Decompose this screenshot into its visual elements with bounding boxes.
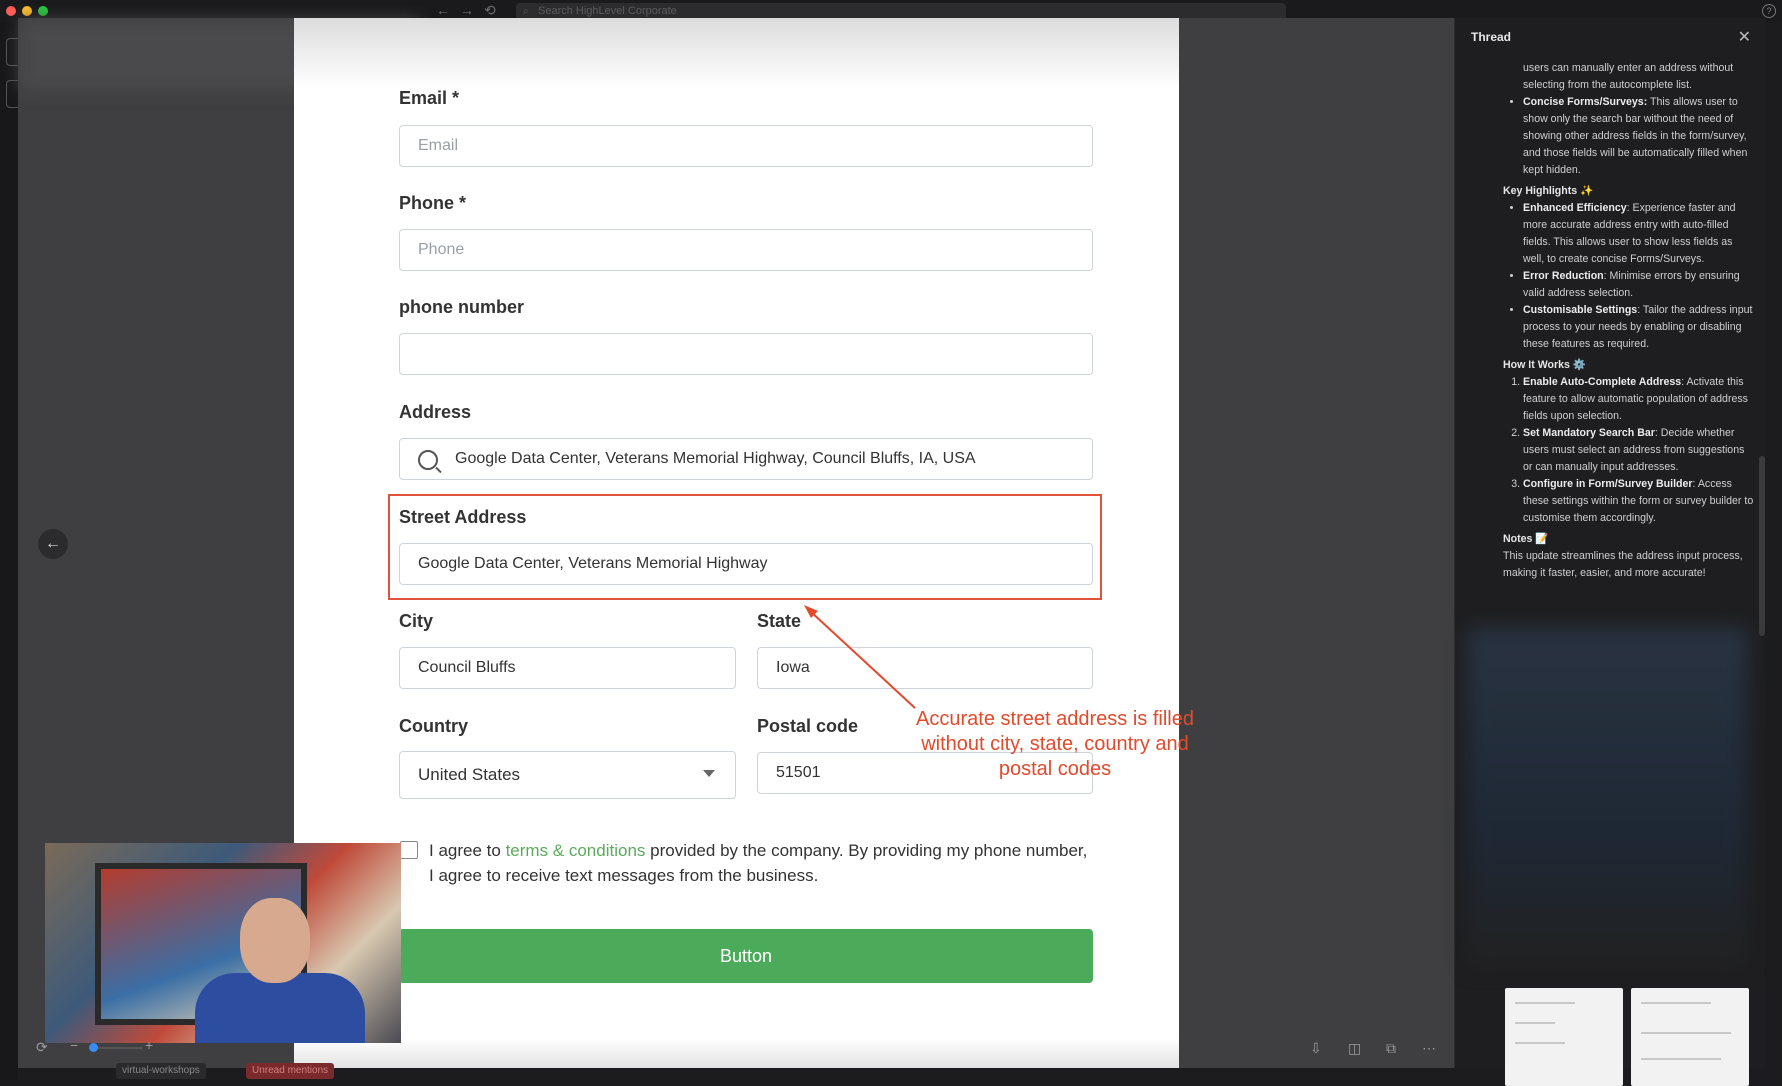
more-icon[interactable]: ⋯: [1422, 1040, 1436, 1057]
zoom-slider-track[interactable]: [93, 1047, 143, 1049]
thumb-line: [1515, 1022, 1555, 1024]
terms-link[interactable]: terms & conditions: [506, 841, 646, 860]
concise-list: Concise Forms/Surveys: This allows user …: [1503, 94, 1755, 179]
list-item: Enhanced Efficiency: Experience faster a…: [1523, 200, 1755, 268]
thread-title: Thread: [1471, 30, 1512, 44]
list-item: Error Reduction: Minimise errors by ensu…: [1523, 268, 1755, 302]
thumb-line: [1515, 1042, 1565, 1044]
steps-list: Enable Auto-Complete Address: Activate t…: [1503, 374, 1755, 527]
key-highlights-heading: Key Highlights ✨: [1503, 185, 1594, 197]
step-title: Configure in Form/Survey Builder: [1523, 478, 1693, 490]
terms-prefix: I agree to: [429, 841, 506, 860]
list-item: Set Mandatory Search Bar: Decide whether…: [1523, 425, 1755, 476]
highlight-title: Error Reduction: [1523, 270, 1604, 282]
thread-panel: Thread ✕ users can manually enter an add…: [1454, 18, 1765, 1086]
presenter-body: [195, 973, 365, 1043]
zoom-out-icon[interactable]: −: [70, 1037, 78, 1053]
download-icon[interactable]: ⇩: [1310, 1040, 1322, 1057]
list-item: Enable Auto-Complete Address: Activate t…: [1523, 374, 1755, 425]
annotation-text: Accurate street address is filled withou…: [916, 708, 1194, 780]
list-item: Configure in Form/Survey Builder: Access…: [1523, 476, 1755, 527]
split-view-icon[interactable]: ◫: [1348, 1040, 1361, 1057]
unread-mentions-chip[interactable]: Unread mentions: [246, 1063, 335, 1079]
thread-message: users can manually enter an address with…: [1503, 60, 1755, 582]
step-title: Set Mandatory Search Bar: [1523, 427, 1655, 439]
thread-scrollbar[interactable]: [1759, 456, 1765, 636]
highlights-list: Enhanced Efficiency: Experience faster a…: [1503, 200, 1755, 353]
thumb-line: [1641, 1058, 1721, 1060]
attachment-thumbnail[interactable]: [1631, 988, 1749, 1086]
copy-icon[interactable]: ⧉: [1386, 1040, 1396, 1057]
thumb-line: [1515, 1002, 1575, 1004]
refresh-icon[interactable]: ⟳: [36, 1039, 48, 1056]
terms-checkbox[interactable]: [400, 841, 418, 859]
blurred-thread-area: [1467, 628, 1747, 968]
zoom-in-icon[interactable]: +: [145, 1037, 153, 1053]
channel-chip[interactable]: virtual-workshops: [116, 1063, 206, 1079]
how-it-works-heading: How It Works ⚙️: [1503, 359, 1587, 371]
notes-text: This update streamlines the address inpu…: [1503, 550, 1743, 579]
highlight-title: Customisable Settings: [1523, 304, 1638, 316]
step-title: Enable Auto-Complete Address: [1523, 376, 1682, 388]
terms-text: I agree to terms & conditions provided b…: [429, 838, 1089, 888]
list-item: Concise Forms/Surveys: This allows user …: [1523, 94, 1755, 179]
zoom-slider-knob[interactable]: [89, 1043, 98, 1052]
thumb-line: [1641, 1032, 1731, 1034]
webcam-video: [45, 843, 401, 1043]
presenter-head: [240, 898, 310, 983]
list-item: users can manually enter an address with…: [1523, 62, 1734, 91]
notes-heading: Notes 📝: [1503, 533, 1549, 545]
close-icon[interactable]: ✕: [1738, 27, 1751, 47]
thumb-line: [1641, 1002, 1711, 1004]
concise-text: This allows user to show only the search…: [1523, 96, 1748, 176]
intro-list: users can manually enter an address with…: [1503, 60, 1755, 94]
list-item: Customisable Settings: Tailor the addres…: [1523, 302, 1755, 353]
highlight-title: Enhanced Efficiency: [1523, 202, 1627, 214]
submit-button[interactable]: Button: [399, 929, 1093, 983]
attachment-thumbnail[interactable]: [1505, 988, 1623, 1086]
concise-title: Concise Forms/Surveys:: [1523, 96, 1648, 108]
arrow-line: [809, 610, 916, 709]
